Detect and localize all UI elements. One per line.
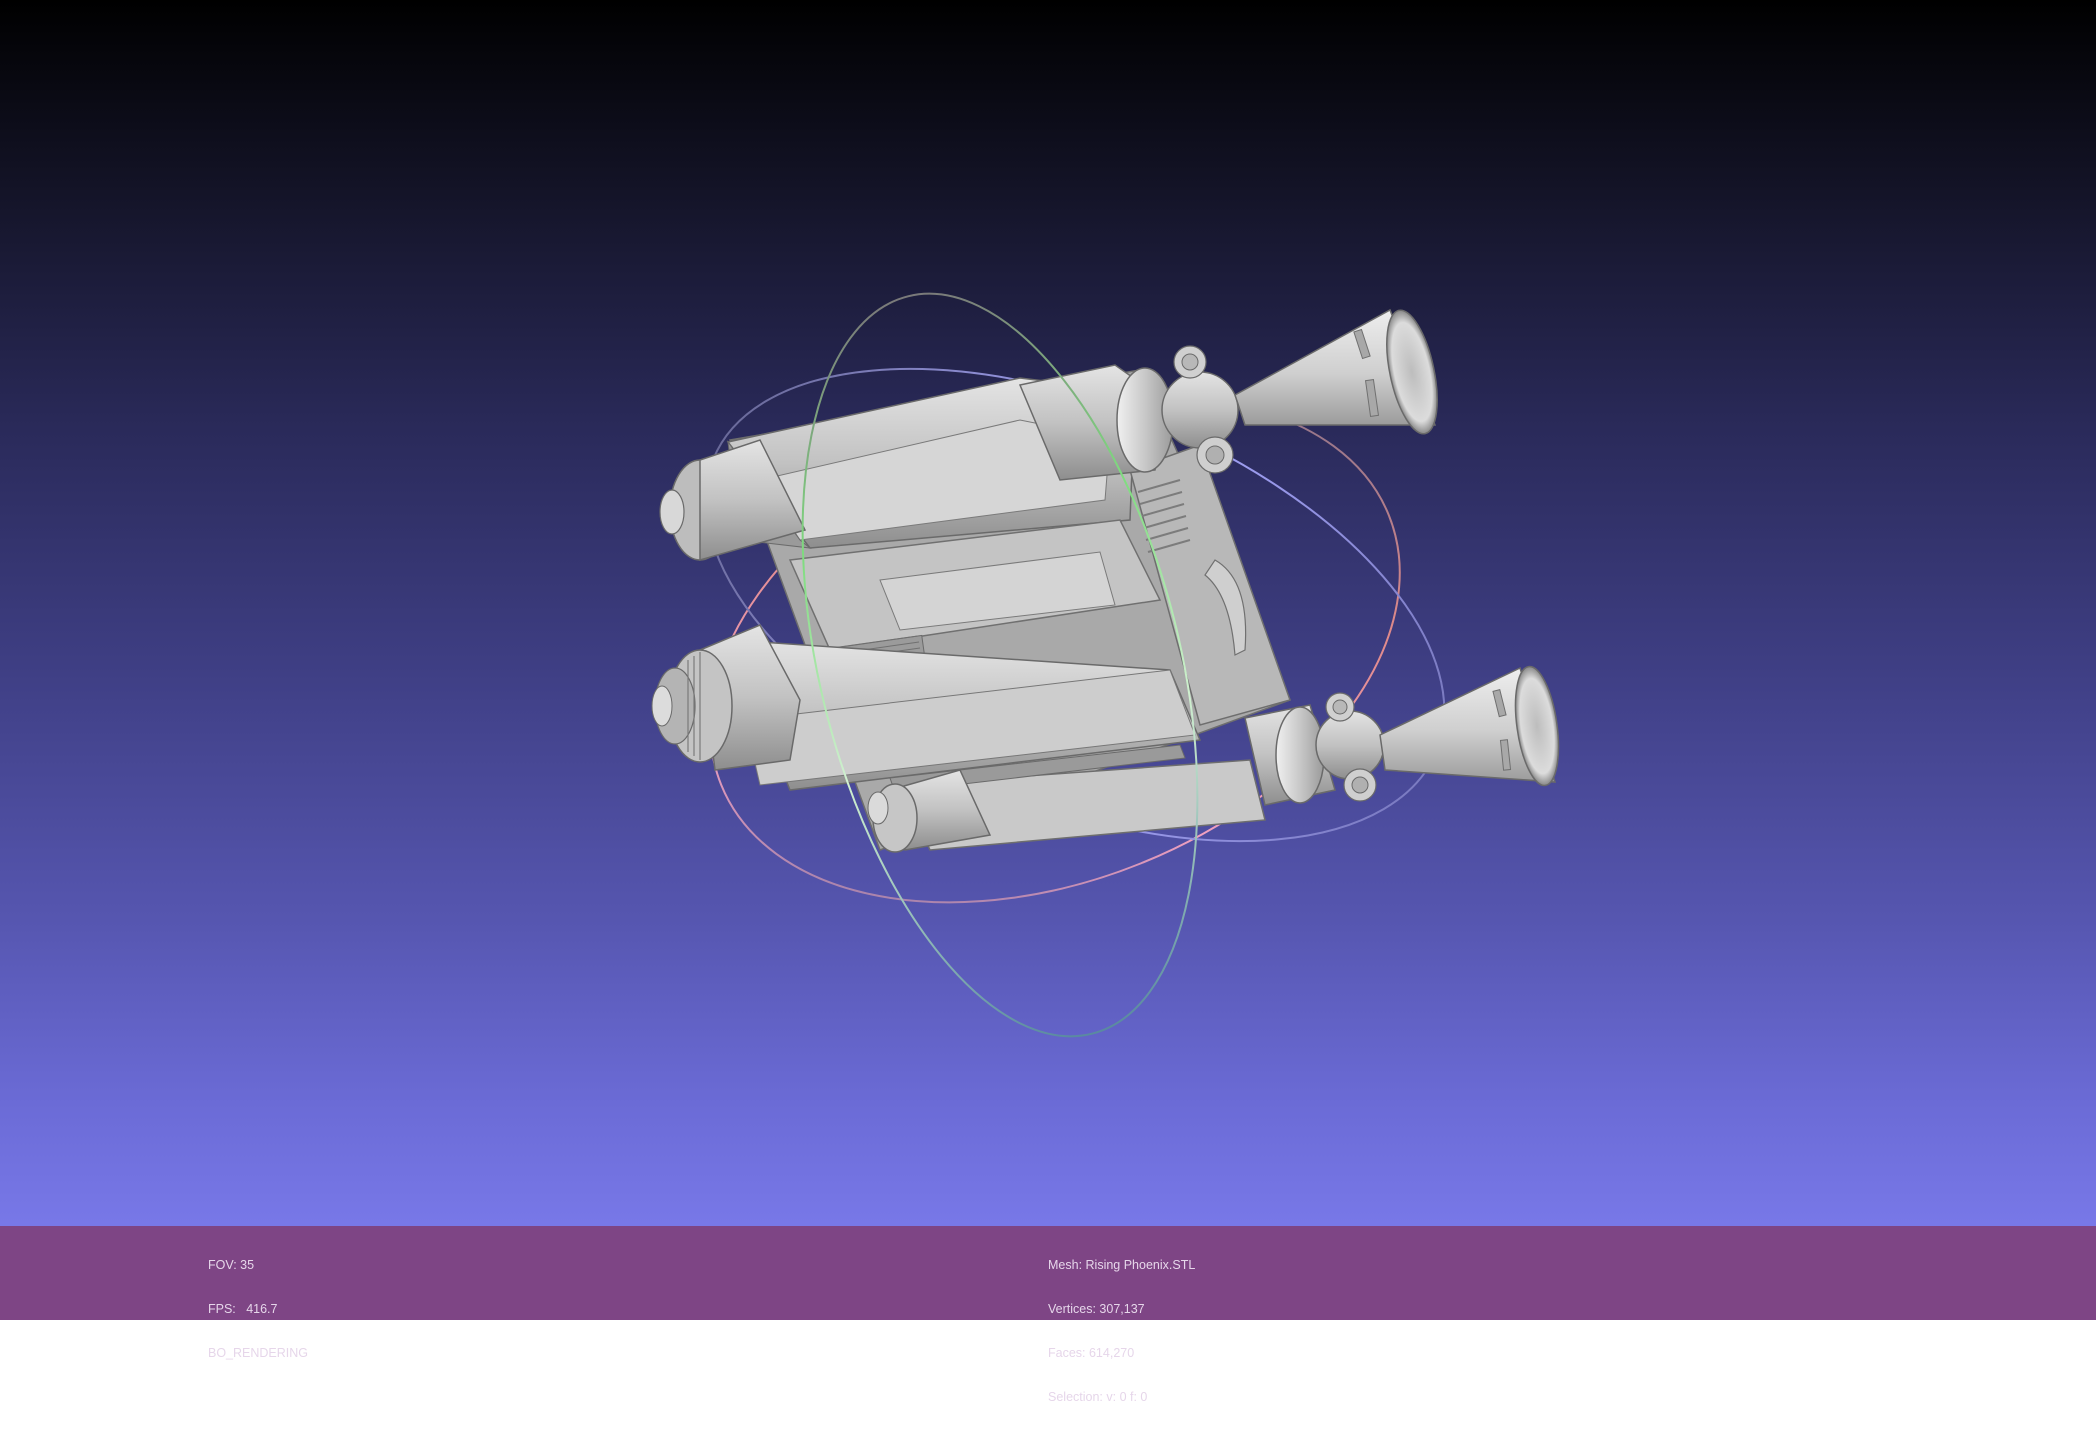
info-bar: FOV: 35 FPS: 416.7 BO_RENDERING Mesh: Ri… bbox=[0, 1226, 2096, 1404]
fov-readout: FOV: 35 bbox=[208, 1258, 255, 1273]
selection-readout: Selection: v: 0 f: 0 bbox=[1048, 1389, 1148, 1404]
scene-canvas[interactable] bbox=[0, 0, 2096, 1226]
mesh-name-readout: Mesh: Rising Phoenix.STL bbox=[1048, 1258, 1196, 1273]
faces-readout: Faces: 614,270 bbox=[1048, 1345, 1135, 1360]
mesh-upper-right-exhaust bbox=[1018, 308, 1438, 481]
vertices-readout: Vertices: 307,137 bbox=[1048, 1301, 1145, 1316]
mesh-model[interactable] bbox=[651, 306, 1565, 853]
3d-viewport[interactable] bbox=[0, 0, 2096, 1226]
mesh-lower-right-exhaust bbox=[1244, 665, 1560, 806]
render-mode-readout: BO_RENDERING bbox=[208, 1345, 309, 1360]
mesh-info: Mesh: Rising Phoenix.STL Vertices: 307,1… bbox=[1048, 1229, 1195, 1433]
fps-readout: FPS: 416.7 bbox=[208, 1301, 278, 1316]
render-info: FOV: 35 FPS: 416.7 BO_RENDERING bbox=[208, 1229, 308, 1390]
